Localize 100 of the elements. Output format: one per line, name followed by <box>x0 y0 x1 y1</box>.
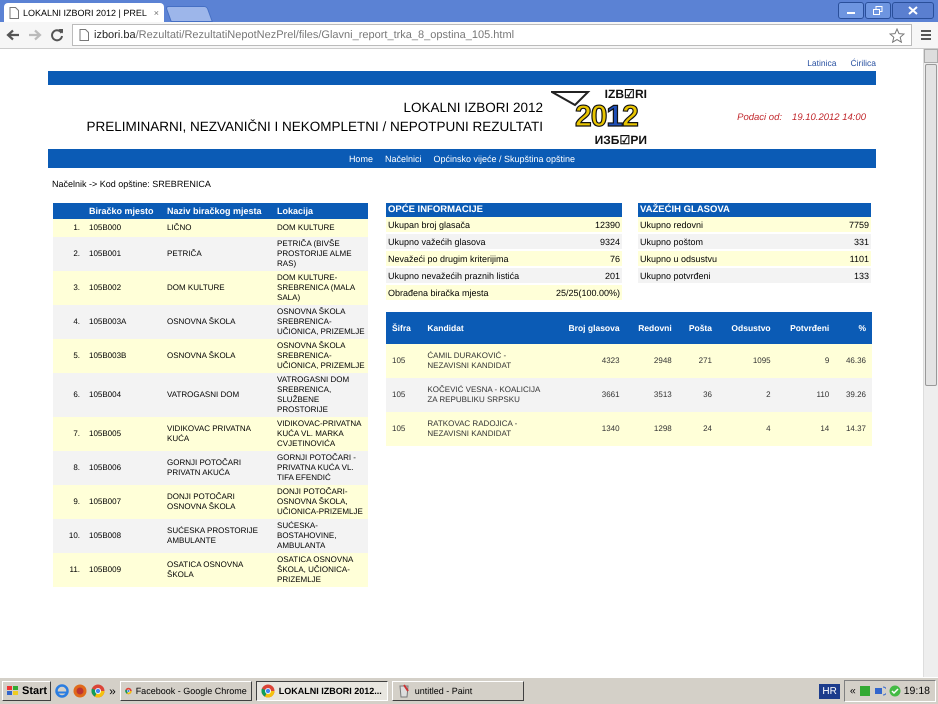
vote-cell: 4 <box>718 412 777 446</box>
reload-icon[interactable] <box>50 28 64 42</box>
page-title: LOKALNI IZBORI 2012 <box>402 99 543 117</box>
column-header: Lokacija <box>274 203 368 219</box>
column-header: Kandidat <box>421 312 554 344</box>
info-label: Ukupan broj glasača <box>386 217 543 233</box>
more-icon[interactable]: » <box>109 684 116 698</box>
menu-icon[interactable] <box>920 29 932 41</box>
script-link[interactable]: Latinica <box>807 58 836 68</box>
row-number: 11. <box>53 553 86 587</box>
nav-link[interactable]: Općinsko vijeće / Skupština opštine <box>433 154 576 164</box>
vote-cell: 1095 <box>718 344 777 378</box>
code-cell: 105 <box>386 344 422 378</box>
column-header: % <box>835 312 872 344</box>
column-header: Redovni <box>626 312 678 344</box>
restore-button[interactable] <box>865 2 891 19</box>
station-name: PETRIČA <box>164 237 274 271</box>
election-logo: IZB☑RI 2012 ИЗБ☑РИ <box>551 87 661 147</box>
row-number: 6. <box>53 373 86 417</box>
station-location: VATROGASNI DOM SREBRENICA, SLUŽBENE PROSTORIJE <box>274 373 368 417</box>
station-code: 105B003B <box>86 339 164 373</box>
new-tab-button[interactable] <box>165 6 213 22</box>
station-location: OSNOVNA ŠKOLA SREBRENICA-UČIONICA, PRIZEMLJE <box>274 305 368 339</box>
info-label: Ukupno redovni <box>638 217 818 233</box>
info-value: 1101 <box>818 250 871 267</box>
station-name: LIČNO <box>164 219 274 237</box>
station-name: GORNJI POTOČARI PRIVATN AKUĆA <box>164 451 274 485</box>
browser-tab[interactable]: LOKALNI IZBORI 2012 | PREL × <box>4 3 164 22</box>
vote-cell: 46.36 <box>835 344 872 378</box>
language-indicator[interactable]: HR <box>819 684 840 698</box>
paint-icon <box>396 684 411 698</box>
row-number: 7. <box>53 417 86 451</box>
vote-cell: 2 <box>718 378 777 412</box>
info-value: 331 <box>818 233 871 250</box>
table-title: OPĆE INFORMACIJE <box>386 203 622 217</box>
expand-icon[interactable]: « <box>850 685 856 697</box>
column-header: Pošta <box>678 312 718 344</box>
station-location: OSATICA OSNOVNA ŠKOLA, UČIONICA-PRIZEMLJE <box>274 553 368 587</box>
station-location: DOM KULTURE <box>274 219 368 237</box>
row-number: 1. <box>53 219 86 237</box>
vote-cell: 36 <box>678 378 718 412</box>
chrome-icon[interactable] <box>91 684 106 698</box>
restore-icon <box>873 6 883 15</box>
page-icon <box>9 6 19 18</box>
info-value: 9324 <box>542 233 622 250</box>
column-header: Odsustvo <box>718 312 777 344</box>
station-code: 105B006 <box>86 451 164 485</box>
tab-title: LOKALNI IZBORI 2012 | PREL <box>23 8 148 18</box>
station-name: OSNOVNA ŠKOLA <box>164 339 274 373</box>
scrollbar[interactable] <box>923 49 938 678</box>
data-label: Podaci od: <box>737 112 782 122</box>
station-code: 105B003A <box>86 305 164 339</box>
row-number: 10. <box>53 519 86 553</box>
station-location: SUĆESKA-BOSTAHOVINE, AMBULANTA <box>274 519 368 553</box>
script-link[interactable]: Ćirilica <box>850 58 876 68</box>
shield-icon[interactable] <box>888 685 901 697</box>
station-code: 105B001 <box>86 237 164 271</box>
nav-link[interactable]: Načelnici <box>384 154 422 164</box>
info-value: 7759 <box>818 217 871 233</box>
candidate-name: ĆAMIL DURAKOVIĆ - NEZAVISNI KANDIDAT <box>421 344 554 378</box>
station-code: 105B004 <box>86 373 164 417</box>
browser-icon[interactable] <box>55 684 70 698</box>
station-name: DONJI POTOČARI OSNOVNA ŠKOLA <box>164 485 274 519</box>
windows-flag-icon <box>6 685 20 697</box>
row-number: 3. <box>53 271 86 305</box>
station-location: DONJI POTOČARI-OSNOVNA ŠKOLA, UČIONICA-PRIZEMLJE <box>274 485 368 519</box>
column-header: Naziv biračkog mjesta <box>164 203 274 219</box>
vote-cell: 24 <box>678 412 718 446</box>
station-code: 105B008 <box>86 519 164 553</box>
back-icon[interactable] <box>6 29 20 41</box>
info-value: 12390 <box>542 217 622 233</box>
close-icon[interactable]: × <box>154 8 159 18</box>
code-cell: 105 <box>386 378 422 412</box>
vote-cell: 1298 <box>626 412 678 446</box>
row-number: 4. <box>53 305 86 339</box>
network-icon[interactable] <box>874 685 886 697</box>
taskbar-button[interactable]: Facebook - Google Chrome <box>120 681 252 701</box>
address-bar[interactable]: izbori.ba/Rezultati/RezultatiNepotNezPrel/files/Glavni_report_trka_8_opstina_105.html <box>72 24 912 46</box>
info-label: Nevažeći po drugim kriterijima <box>386 250 543 267</box>
column-header: Broj glasova <box>553 312 626 344</box>
taskbar-button[interactable]: LOKALNI IZBORI 2012... <box>256 681 388 701</box>
star-icon[interactable] <box>889 28 905 42</box>
column-header <box>53 203 86 219</box>
row-number: 5. <box>53 339 86 373</box>
info-label: Ukupno važećih glasova <box>386 233 543 250</box>
info-label: Ukupno poštom <box>638 233 818 250</box>
close-icon <box>908 6 918 15</box>
nav-link[interactable]: Home <box>348 154 373 164</box>
station-code: 105B000 <box>86 219 164 237</box>
table-title: VAŽEĆIH GLASOVA <box>638 203 871 217</box>
vote-cell: 9 <box>776 344 836 378</box>
vote-cell: 271 <box>678 344 718 378</box>
station-location: GORNJI POTOČARI - PRIVATNA KUĆA VL. TIFA EFENDIĆ <box>274 451 368 485</box>
candidate-name: RATKOVAC RADOJICA - NEZAVISNI KANDIDAT <box>421 412 554 446</box>
close-button[interactable] <box>892 2 934 19</box>
start-button[interactable]: Start <box>2 681 52 701</box>
vote-cell: 39.26 <box>835 378 872 412</box>
taskbar-button[interactable]: untitled - Paint <box>392 681 524 701</box>
minimize-button[interactable] <box>838 2 864 19</box>
station-location: DOM KULTURE-SREBRENICA (MALA SALA) <box>274 271 368 305</box>
